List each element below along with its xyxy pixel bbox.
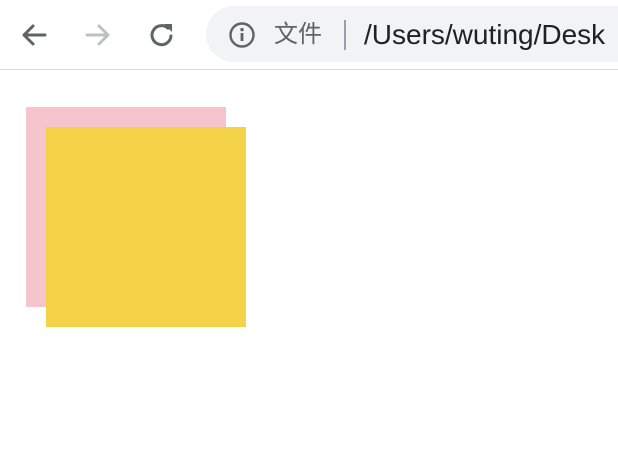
- back-button[interactable]: [16, 17, 52, 53]
- scheme-label: 文件: [274, 20, 322, 48]
- reload-button[interactable]: [144, 17, 180, 53]
- page-content: [0, 71, 618, 464]
- forward-button[interactable]: [80, 17, 116, 53]
- omnibox-separator: [344, 20, 346, 50]
- info-icon[interactable]: [228, 21, 256, 49]
- url-text[interactable]: /Users/wuting/Desk: [364, 19, 605, 51]
- address-bar[interactable]: 文件 /Users/wuting/Desk: [206, 6, 618, 62]
- yellow-square: [46, 127, 246, 327]
- reload-icon: [150, 24, 173, 47]
- browser-toolbar: 文件 /Users/wuting/Desk: [0, 0, 618, 70]
- arrow-left-icon: [22, 24, 47, 46]
- arrow-right-icon: [85, 24, 110, 46]
